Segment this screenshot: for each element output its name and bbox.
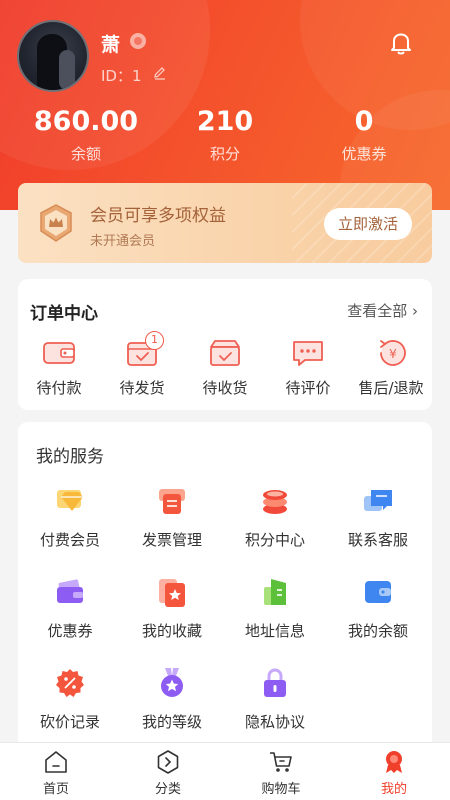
service-label: 发票管理 [141,531,202,549]
user-id-label: ID： [101,67,132,85]
address-icon [264,579,286,605]
service-label: 优惠券 [47,622,93,640]
service-my-level[interactable]: 我的等级 [122,666,222,732]
svg-text:¥: ¥ [389,347,397,361]
wallet-icon [43,342,75,364]
refund-icon: ¥ [380,340,406,366]
service-address[interactable]: 地址信息 [225,575,325,641]
order-count-badge: 1 [145,331,164,350]
service-paid-membership[interactable]: 付费会员 [20,484,120,550]
service-label: 地址信息 [244,622,305,640]
profile-header: 萧 ID：1 860.00 余额 210 积分 0 优惠券 [0,0,450,210]
stat-value: 210 [196,106,254,137]
category-icon [157,750,179,774]
invoice-icon [159,489,185,514]
order-item-pending-receipt[interactable]: 待收货 [184,337,266,398]
balance-stat[interactable]: 860.00 余额 [11,106,161,164]
stat-label: 优惠券 [341,145,387,163]
coupons-stat[interactable]: 0 优惠券 [289,106,439,164]
service-label: 砍价记录 [39,713,100,731]
tab-home[interactable]: 首页 [0,743,112,800]
service-privacy-agreement[interactable]: 隐私协议 [225,666,325,732]
username: 萧 [101,34,121,56]
coins-icon [263,490,287,514]
receive-box-icon [210,340,240,366]
tab-mine[interactable]: 我的 [338,743,450,800]
avatar[interactable] [17,20,89,92]
tab-label: 分类 [154,782,181,797]
service-favorites[interactable]: 我的收藏 [122,575,222,641]
crown-badge-icon [40,204,72,242]
diamond-icon [57,490,83,511]
vip-badge-icon [130,33,146,49]
service-label: 积分中心 [244,531,305,549]
service-invoice[interactable]: 发票管理 [122,484,222,550]
stat-label: 余额 [70,145,101,163]
tab-label: 购物车 [261,782,301,797]
home-icon [45,751,67,773]
order-item-label: 售后/退款 [358,379,424,397]
coupon-wallet-icon [57,579,83,603]
edit-icon[interactable] [153,66,167,80]
tab-label: 首页 [42,782,69,797]
points-stat[interactable]: 210 积分 [150,106,300,164]
tab-cart[interactable]: 购物车 [225,743,337,800]
bottom-tab-bar: 首页 分类 购物车 我的 [0,742,450,800]
cart-icon [270,752,292,772]
balance-wallet-icon [365,581,391,603]
stat-label: 积分 [209,145,240,163]
bell-icon[interactable] [388,30,414,56]
order-item-label: 待付款 [36,379,82,397]
user-id: ID：1 [101,65,142,86]
member-banner[interactable]: 会员可享多项权益 未开通会员 立即激活 [18,183,432,263]
service-coupons[interactable]: 优惠券 [20,575,120,641]
order-item-pending-shipment[interactable]: 1 待发货 [101,331,183,398]
service-balance[interactable]: 我的余额 [328,575,428,641]
stat-value: 0 [354,106,374,137]
order-item-label: 待收货 [202,379,248,397]
service-points-center[interactable]: 积分中心 [225,484,325,550]
profile-icon [386,751,402,773]
activate-button[interactable]: 立即激活 [324,208,412,240]
member-title: 会员可享多项权益 [90,206,226,226]
service-label: 付费会员 [39,531,100,549]
tab-label: 我的 [380,782,407,797]
order-item-pending-payment[interactable]: 待付款 [18,337,100,398]
chat-bubbles-icon [364,490,392,511]
section-title: 订单中心 [30,304,98,324]
comment-icon [293,341,323,366]
stat-value: 860.00 [33,106,139,137]
service-label: 联系客服 [347,531,408,549]
user-id-value: 1 [131,67,142,85]
service-label: 我的余额 [347,622,408,640]
medal-icon [161,668,183,697]
order-item-label: 待评价 [285,379,331,397]
order-item-label: 待发货 [119,379,165,397]
view-all-orders-link[interactable]: 查看全部 › [347,300,418,321]
chevron-right-icon: › [412,302,418,320]
my-services-card: 我的服务 付费会员 发票管理 积分中心 联系客服 优惠券 我的收藏 地址信息 我… [18,422,432,752]
section-title: 我的服务 [36,447,104,467]
tab-category[interactable]: 分类 [112,743,224,800]
service-label: 我的等级 [141,713,202,731]
service-label: 我的收藏 [141,622,202,640]
avatar-figure [59,50,75,90]
order-center-card: 订单中心 查看全部 › 待付款 1 待发货 待收货 待评价 ¥ 售后/退款 [18,279,432,410]
order-item-pending-review[interactable]: 待评价 [267,337,349,398]
order-item-after-sales[interactable]: ¥ 售后/退款 [350,337,432,398]
service-label: 隐私协议 [244,713,305,731]
service-bargain-records[interactable]: 砍价记录 [20,666,120,732]
lock-icon [264,668,286,697]
star-card-icon [159,579,185,607]
member-subtitle: 未开通会员 [90,234,156,249]
service-customer-support[interactable]: 联系客服 [328,484,428,550]
view-all-label: 查看全部 [347,302,408,320]
discount-icon [56,669,84,697]
